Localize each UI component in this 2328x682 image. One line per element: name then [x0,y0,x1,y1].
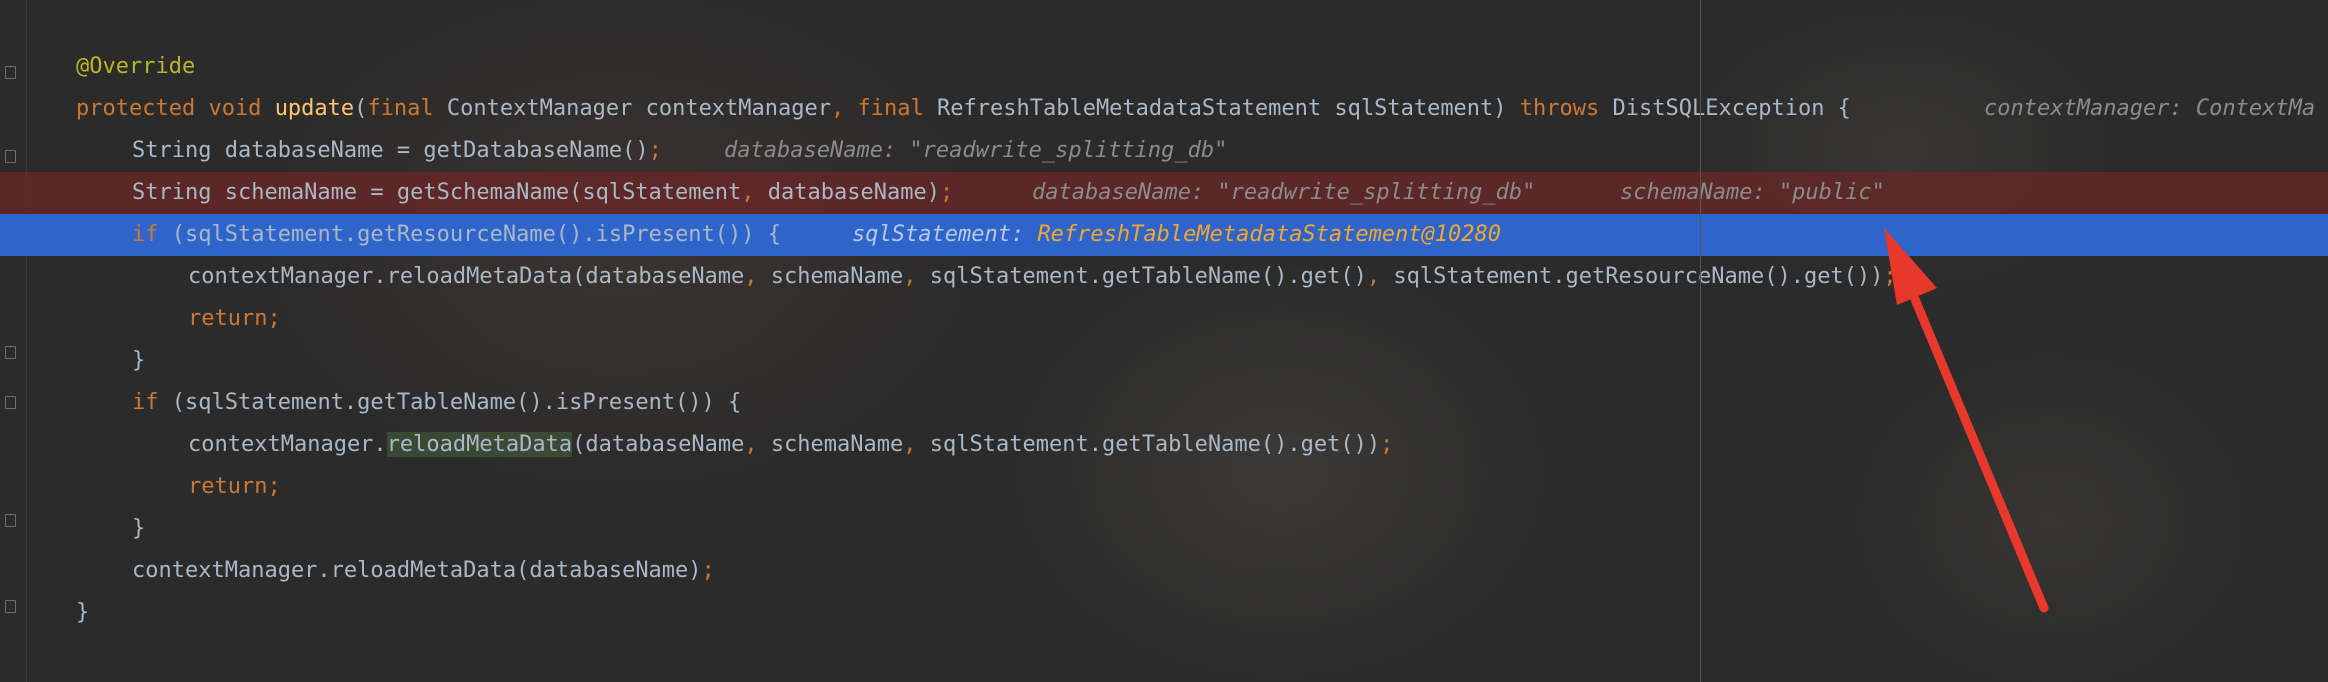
code-editor[interactable]: @Override protected void update(final Co… [0,0,2328,682]
red-arrow-annotation-icon [1884,228,2049,613]
